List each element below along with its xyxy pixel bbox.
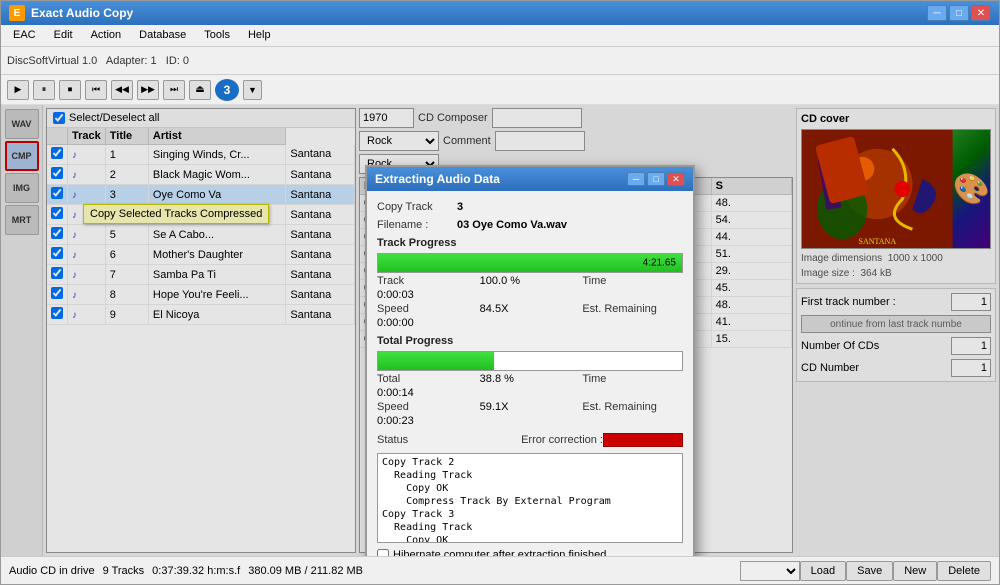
drive-info: DiscSoftVirtual 1.0 Adapter: 1 ID: 0	[7, 55, 189, 67]
hibernate-row: Hibernate computer after extraction fini…	[377, 549, 683, 556]
next-track-button[interactable]: ⏭	[163, 80, 185, 100]
track-progress-stats: Track 100.0 % Time 0:00:03 Speed 84.5X E…	[377, 275, 683, 329]
track-progress-title: Track Progress	[377, 237, 683, 249]
est-label2: Est. Remaining	[582, 401, 683, 413]
filename-value: 03 Oye Como Va.wav	[457, 219, 567, 231]
eject-button[interactable]: ⏏	[189, 80, 211, 100]
total-pct: 38.8 %	[480, 373, 581, 385]
status-label: Status	[377, 434, 408, 446]
menu-tools[interactable]: Tools	[196, 27, 238, 44]
modal-title-bar: Extracting Audio Data ─ □ ✕	[367, 167, 693, 191]
toolbar: DiscSoftVirtual 1.0 Adapter: 1 ID: 0	[1, 47, 999, 75]
new-button[interactable]: New	[893, 561, 937, 581]
track-count: 9 Tracks	[103, 565, 145, 577]
total-progress-stats: Total 38.8 % Time 0:00:14 Speed 59.1X Es…	[377, 373, 683, 427]
speed-val1: 84.5X	[480, 303, 581, 315]
menu-bar: EAC Edit Action Database Tools Help	[1, 25, 999, 47]
log-line: Copy Track 3	[382, 508, 678, 521]
menu-edit[interactable]: Edit	[46, 27, 81, 44]
minimize-button[interactable]: ─	[927, 5, 947, 21]
log-line: Copy OK	[382, 534, 678, 543]
main-window: E Exact Audio Copy ─ □ ✕ EAC Edit Action…	[0, 0, 1000, 585]
drive-select[interactable]	[740, 561, 800, 581]
total-progress-bar	[377, 351, 683, 371]
track-pct: 100.0 %	[480, 275, 581, 287]
size-status: 380.09 MB / 211.82 MB	[248, 565, 363, 577]
modal-maximize[interactable]: □	[647, 172, 665, 186]
error-correction-bar	[603, 433, 683, 447]
copy-track-label: Copy Track	[377, 201, 457, 213]
title-bar-left: E Exact Audio Copy	[9, 5, 133, 21]
log-line: Reading Track	[382, 521, 678, 534]
track-progress-fill	[378, 254, 682, 272]
playback-bar: ▶ ⏸ ⏹ ⏮ ◀◀ ▶▶ ⏭ ⏏ 3 ▼	[1, 75, 999, 105]
track-progress-bar: 4:21.65	[377, 253, 683, 273]
menu-help[interactable]: Help	[240, 27, 279, 44]
speed-label2: Speed	[377, 401, 478, 413]
modal-body: Copy Track 3 Filename : 03 Oye Como Va.w…	[367, 191, 693, 556]
options-dropdown[interactable]: ▼	[243, 80, 262, 100]
play-button[interactable]: ▶	[7, 80, 29, 100]
pause-button[interactable]: ⏸	[33, 80, 55, 100]
title-bar: E Exact Audio Copy ─ □ ✕	[1, 1, 999, 25]
load-button[interactable]: Load	[800, 561, 846, 581]
close-button[interactable]: ✕	[971, 5, 991, 21]
modal-minimize[interactable]: ─	[627, 172, 645, 186]
status-row: Status Error correction :	[377, 433, 683, 447]
delete-button[interactable]: Delete	[937, 561, 991, 581]
est-label1: Est. Remaining	[582, 303, 683, 315]
prev-button[interactable]: ◀◀	[111, 80, 133, 100]
log-line: Copy OK	[382, 482, 678, 495]
modal-overlay: Extracting Audio Data ─ □ ✕ Copy Track 3…	[1, 105, 999, 556]
track-badge: 3	[215, 79, 239, 101]
total-label: Total	[377, 373, 478, 385]
next-button[interactable]: ▶▶	[137, 80, 159, 100]
modal-title-buttons: ─ □ ✕	[627, 172, 685, 186]
menu-action[interactable]: Action	[83, 27, 130, 44]
status-bar: Audio CD in drive 9 Tracks 0:37:39.32 h:…	[1, 556, 999, 584]
speed-val2: 59.1X	[480, 401, 581, 413]
extracting-dialog: Extracting Audio Data ─ □ ✕ Copy Track 3…	[365, 165, 695, 556]
filename-label: Filename :	[377, 219, 457, 231]
error-correction-label: Error correction :	[521, 434, 603, 446]
speed-label1: Speed	[377, 303, 478, 315]
track-progress-time: 4:21.65	[643, 258, 676, 269]
copy-track-row: Copy Track 3	[377, 201, 683, 213]
time-label2: Time	[582, 373, 683, 385]
log-line: Copy Track 2	[382, 456, 678, 469]
track-label: Track	[377, 275, 478, 287]
time-val1: 0:00:03	[377, 289, 478, 301]
log-line: Compress Track By External Program	[382, 495, 678, 508]
total-progress-fill	[378, 352, 494, 370]
hibernate-checkbox[interactable]	[377, 549, 389, 556]
time-val2: 0:00:14	[377, 387, 478, 399]
stop-button[interactable]: ⏹	[59, 80, 81, 100]
log-line: Reading Track	[382, 469, 678, 482]
app-icon: E	[9, 5, 25, 21]
time-label1: Time	[582, 275, 683, 287]
drive-status: Audio CD in drive	[9, 565, 95, 577]
filename-row: Filename : 03 Oye Como Va.wav	[377, 219, 683, 231]
window-title: Exact Audio Copy	[31, 6, 133, 20]
save-button[interactable]: Save	[846, 561, 893, 581]
maximize-button[interactable]: □	[949, 5, 969, 21]
title-bar-buttons: ─ □ ✕	[927, 5, 991, 21]
est-val1: 0:00:00	[377, 317, 478, 329]
duration-status: 0:37:39.32 h:m:s.f	[152, 565, 240, 577]
log-box[interactable]: Copy Track 2 Reading Track Copy OK Compr…	[377, 453, 683, 543]
est-val2: 0:00:23	[377, 415, 478, 427]
copy-track-value: 3	[457, 201, 463, 213]
total-progress-title: Total Progress	[377, 335, 683, 347]
menu-eac[interactable]: EAC	[5, 27, 44, 44]
main-content: WAV CMP IMG MRT Select/Deselect all	[1, 105, 999, 556]
hibernate-label: Hibernate computer after extraction fini…	[393, 549, 606, 556]
menu-database[interactable]: Database	[131, 27, 194, 44]
prev-track-button[interactable]: ⏮	[85, 80, 107, 100]
modal-close[interactable]: ✕	[667, 172, 685, 186]
modal-title: Extracting Audio Data	[375, 172, 500, 186]
